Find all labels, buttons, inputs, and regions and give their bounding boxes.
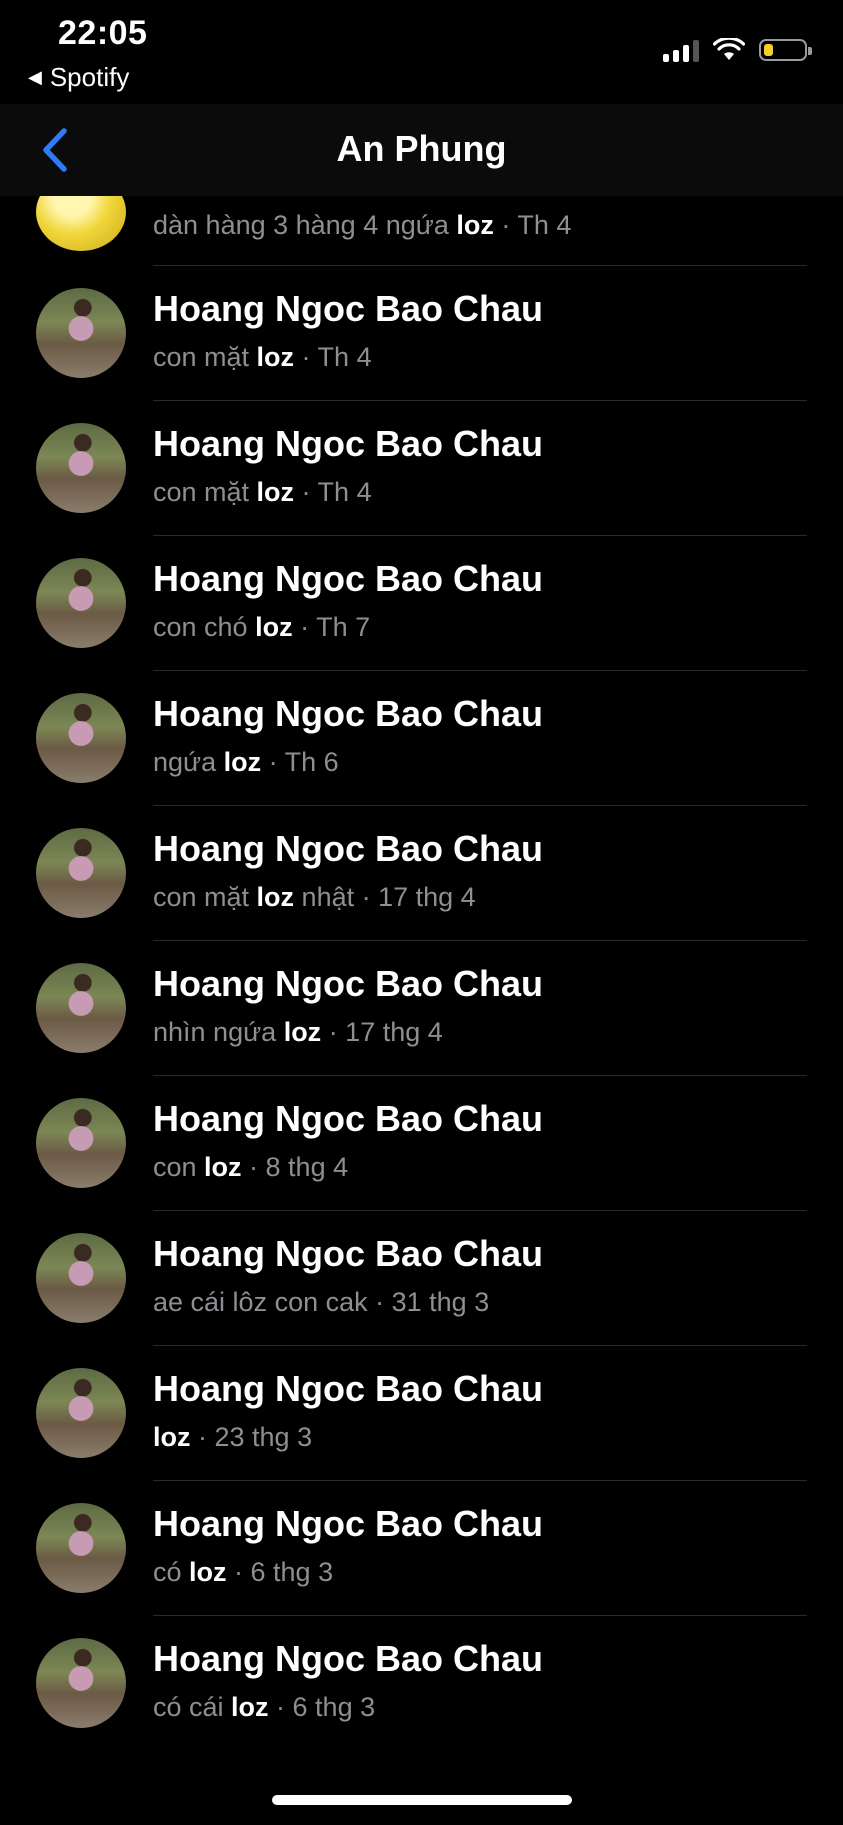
page-title: An Phung [336, 128, 507, 169]
sender-name: Hoang Ngoc Bao Chau [153, 1638, 544, 1679]
status-bar: 22:05 ◀ Spotify [0, 0, 843, 100]
message-snippet: con loz · 8 thg 4 [153, 1152, 349, 1182]
battery-icon [759, 39, 812, 61]
list-item[interactable]: Hoang Ngoc Bao Chau loz · 23 thg 3 [0, 1346, 843, 1481]
navigation-bar: An Phung [0, 104, 843, 196]
message-snippet: có loz · 6 thg 3 [153, 1557, 334, 1587]
cellular-signal-icon [663, 38, 699, 62]
avatar [36, 1638, 126, 1728]
message-snippet: nhìn ngứa loz · 17 thg 4 [153, 1017, 443, 1047]
list-item[interactable]: Hoang Ngoc Bao Chau con loz · 8 thg 4 [0, 1076, 843, 1211]
sender-name: Hoang Ngoc Bao Chau [153, 558, 544, 599]
back-to-app-button[interactable]: ◀ Spotify [28, 62, 129, 93]
sender-name: Hoang Ngoc Bao Chau [153, 1503, 544, 1544]
sender-name: Hoang Ngoc Bao Chau [153, 1233, 544, 1274]
list-item[interactable]: Hoang Ngoc Bao Chau con chó loz · Th 7 [0, 536, 843, 671]
list-item[interactable]: Hoang Ngoc Bao Chau ngứa loz · Th 6 [0, 671, 843, 806]
avatar [36, 1098, 126, 1188]
avatar [36, 1233, 126, 1323]
avatar [36, 1503, 126, 1593]
sender-name: Hoang Ngoc Bao Chau [153, 1368, 544, 1409]
message-snippet: con mặt loz · Th 4 [153, 477, 372, 507]
avatar [36, 1368, 126, 1458]
home-indicator[interactable] [272, 1795, 572, 1805]
list-item[interactable]: Hoang Ngoc Bao Chau có loz · 6 thg 3 [0, 1481, 843, 1616]
avatar [36, 288, 126, 378]
avatar [36, 963, 126, 1053]
wifi-icon [713, 38, 745, 60]
message-snippet: loz · 23 thg 3 [153, 1422, 313, 1452]
message-snippet: dàn hàng 3 hàng 4 ngứa loz · Th 4 [153, 210, 572, 240]
sender-name: Hoang Ngoc Bao Chau [153, 828, 544, 869]
message-snippet: ngứa loz · Th 6 [153, 747, 339, 777]
sender-name: Hoang Ngoc Bao Chau [153, 693, 544, 734]
message-snippet: có cái loz · 6 thg 3 [153, 1692, 376, 1722]
list-item[interactable]: Hoang Ngoc Bao Chau con mặt loz · Th 4 [0, 401, 843, 536]
list-item[interactable]: Hoang Ngoc Bao Chau ae cái lôz con cak ·… [0, 1211, 843, 1346]
back-triangle-icon: ◀ [28, 67, 42, 87]
avatar [36, 828, 126, 918]
avatar [36, 558, 126, 648]
sender-name: Hoang Ngoc Bao Chau [153, 288, 544, 329]
status-indicators [663, 38, 812, 62]
message-snippet: con chó loz · Th 7 [153, 612, 371, 642]
sender-name: Hoang Ngoc Bao Chau [153, 423, 544, 464]
back-app-label: Spotify [49, 62, 130, 92]
sender-name: Hoang Ngoc Bao Chau [153, 1098, 544, 1139]
list-item[interactable]: Hoang Ngoc Bao Chau con mặt loz nhật · 1… [0, 806, 843, 941]
message-snippet: con mặt loz nhật · 17 thg 4 [153, 882, 476, 912]
sender-name: Hoang Ngoc Bao Chau [153, 963, 544, 1004]
list-item[interactable]: Hoang Ngoc Bao Chau con mặt loz · Th 4 [0, 266, 843, 401]
avatar [36, 693, 126, 783]
list-item[interactable]: Hoang Ngoc Bao Chau có cái loz · 6 thg 3 [0, 1616, 843, 1751]
message-snippet: con mặt loz · Th 4 [153, 342, 372, 372]
message-snippet: ae cái lôz con cak · 31 thg 3 [153, 1287, 490, 1317]
list-item[interactable]: Hoang Ngoc Bao Chau nhìn ngứa loz · 17 t… [0, 941, 843, 1076]
avatar [36, 423, 126, 513]
status-time: 22:05 [58, 14, 148, 52]
